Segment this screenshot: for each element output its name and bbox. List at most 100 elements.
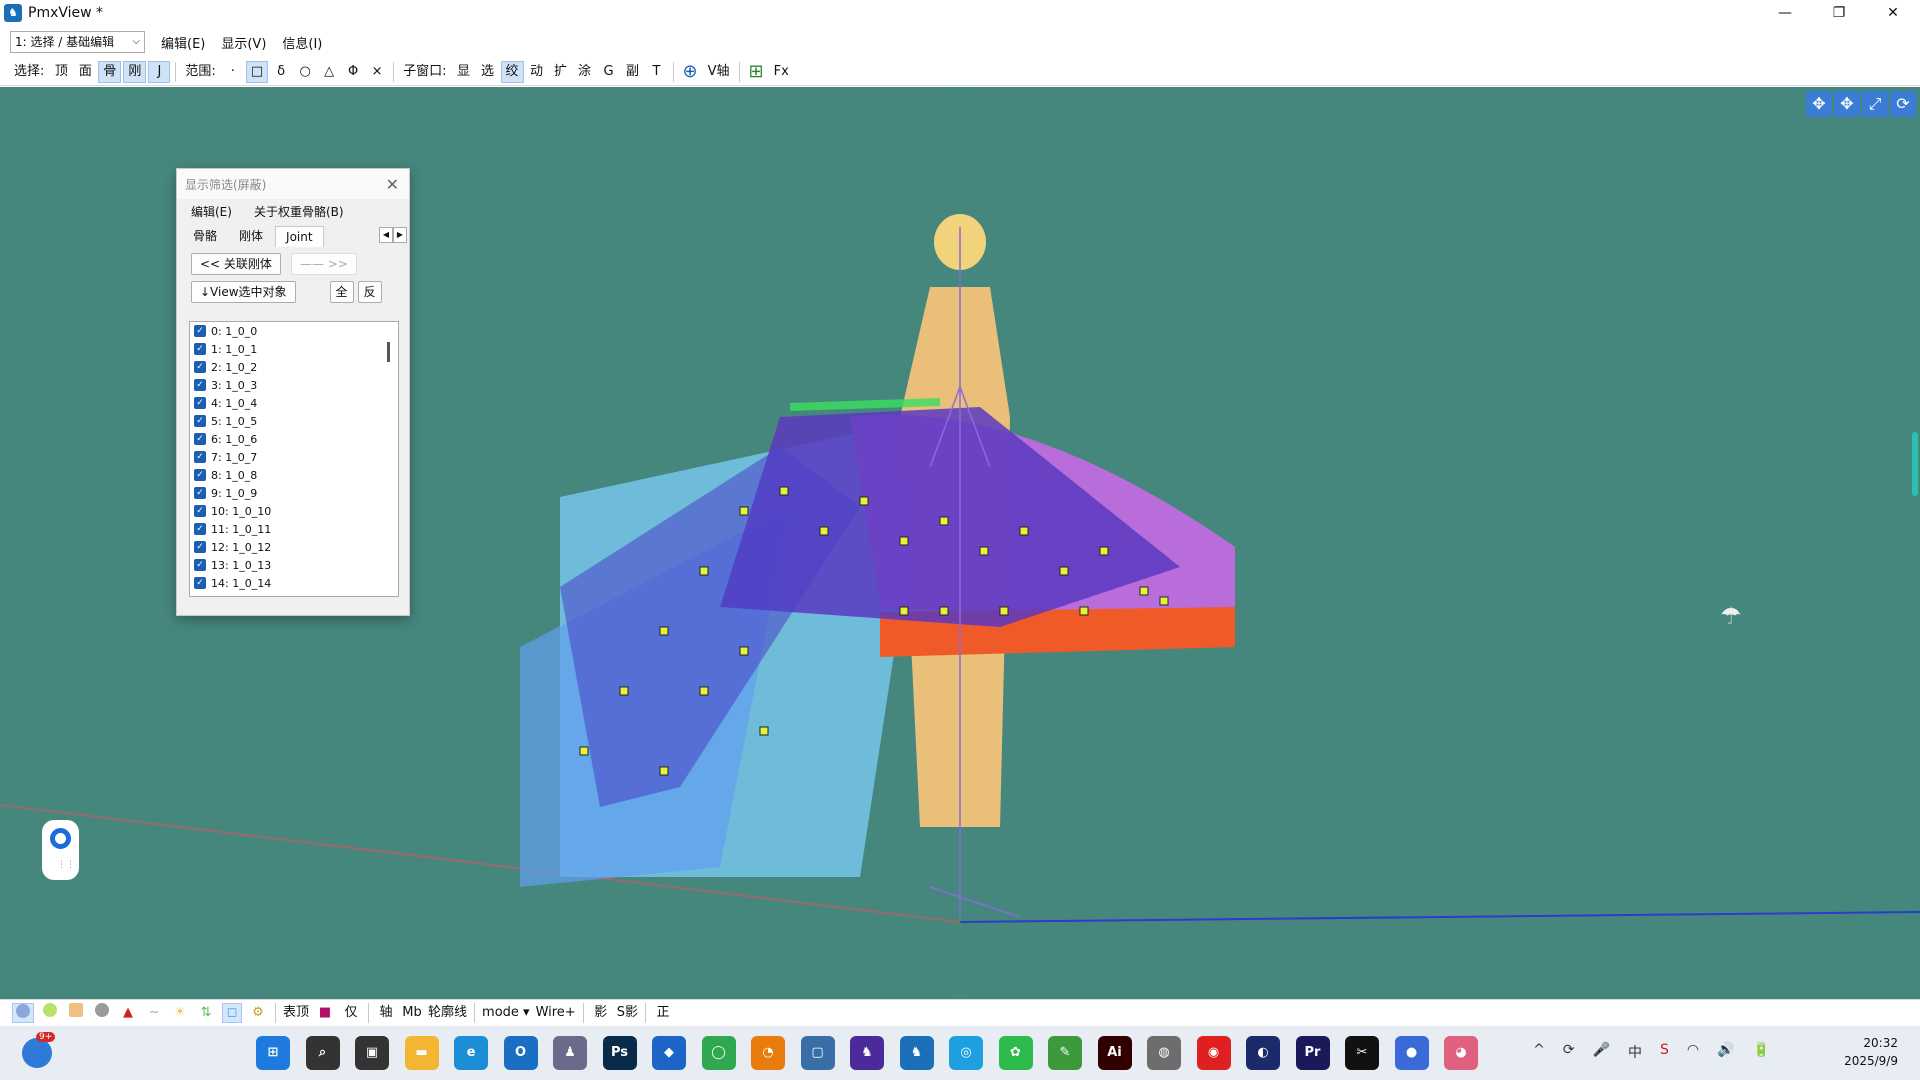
- taskbar-task-view-icon[interactable]: ▣: [355, 1036, 389, 1070]
- grid-icon[interactable]: ⊞: [745, 61, 768, 83]
- morph-toggle-icon[interactable]: ▲: [118, 1003, 138, 1023]
- pan-xy-icon[interactable]: ✥: [1806, 91, 1832, 117]
- checkbox-icon[interactable]: ✓: [194, 469, 206, 481]
- taskbar-search-icon[interactable]: ⌕: [305, 1036, 340, 1070]
- taskbar-file-explorer-icon[interactable]: ▬: [404, 1036, 439, 1070]
- joint-list-item[interactable]: ✓ 13: 1_0_13: [190, 556, 398, 574]
- joint-list-item[interactable]: ✓ 14: 1_0_14: [190, 574, 398, 592]
- rigid-display-toggle-icon[interactable]: ◻: [222, 1002, 242, 1023]
- range-point-button[interactable]: ·: [222, 61, 244, 83]
- dialog-menu-edit[interactable]: 编辑(E): [191, 203, 232, 220]
- surface-vertex-toggle[interactable]: 表顶: [283, 1003, 309, 1023]
- taskbar-photoshop-icon[interactable]: Ps: [602, 1036, 637, 1070]
- taskbar-pmx-view-icon[interactable]: ♞: [899, 1036, 934, 1070]
- taskbar-start-icon[interactable]: ⊞: [256, 1036, 290, 1070]
- checkbox-icon[interactable]: ✓: [194, 541, 206, 553]
- joint-list-item[interactable]: ✓ 10: 1_0_10: [190, 502, 398, 520]
- joint-list-item[interactable]: ✓ 9: 1_0_9: [190, 484, 398, 502]
- subwindow-filter-button[interactable]: 绞: [500, 60, 524, 83]
- subwindow-select-button[interactable]: 选: [477, 61, 499, 83]
- joint-list-item[interactable]: ✓ 12: 1_0_12: [190, 538, 398, 556]
- mode-combo[interactable]: 1: 选择 / 基础编辑 ⌵: [10, 31, 145, 53]
- taskbar-blender-icon[interactable]: ◔: [751, 1036, 785, 1070]
- taskbar-app-blue-icon[interactable]: ◆: [652, 1036, 686, 1070]
- only-toggle[interactable]: 仅: [341, 1003, 361, 1023]
- select-bone-button[interactable]: 骨: [98, 60, 122, 83]
- menu-edit[interactable]: 编辑(E): [161, 33, 205, 52]
- checkbox-icon[interactable]: ✓: [194, 325, 206, 337]
- mode-dropdown[interactable]: mode ▾: [482, 1003, 530, 1023]
- subwindow-t-button[interactable]: T: [646, 61, 668, 83]
- taskbar-app-ring-icon[interactable]: ●: [1394, 1036, 1429, 1070]
- range-rect-button[interactable]: □: [245, 60, 269, 83]
- related-rigidbody-button[interactable]: << 关联刚体: [191, 253, 281, 275]
- range-triangle-button[interactable]: △: [318, 61, 340, 83]
- vertex-display-toggle[interactable]: [12, 1002, 34, 1023]
- taskbar-app-circle-icon[interactable]: ◎: [949, 1036, 983, 1070]
- taskbar-pmx-editor-icon[interactable]: ♞: [850, 1036, 884, 1070]
- tray-ime-icon[interactable]: 中: [1628, 1042, 1642, 1062]
- line-toggle-icon[interactable]: ∼: [144, 1003, 164, 1023]
- taskbar-netease-music-icon[interactable]: ◉: [1196, 1036, 1231, 1070]
- self-shadow-toggle[interactable]: S影: [617, 1003, 638, 1023]
- joint-list-item[interactable]: ✓ 4: 1_0_4: [190, 394, 398, 412]
- subwindow-display-button[interactable]: 显: [453, 61, 475, 83]
- range-circle-button[interactable]: ○: [294, 61, 316, 83]
- tray-volume-icon[interactable]: 🔊: [1717, 1042, 1734, 1062]
- taskbar-illustrator-icon[interactable]: Ai: [1097, 1036, 1132, 1070]
- pan-xz-icon[interactable]: ✥: [1834, 91, 1860, 117]
- physics-toggle-icon[interactable]: ⇅: [196, 1003, 216, 1023]
- weather-widget-icon[interactable]: 9+: [22, 1032, 56, 1068]
- fx-button[interactable]: Fx: [770, 61, 793, 83]
- taskbar-app-character-icon[interactable]: ♟: [553, 1036, 587, 1070]
- next-button[interactable]: —— >>: [290, 253, 357, 275]
- taskbar-cinema4d-icon[interactable]: ◐: [1246, 1036, 1280, 1070]
- select-vertex-button[interactable]: 顶: [50, 61, 72, 83]
- subwindow-expand-button[interactable]: 扩: [550, 61, 572, 83]
- minimize-button[interactable]: —: [1758, 0, 1812, 26]
- joint-list-item[interactable]: ✓ 2: 1_0_2: [190, 358, 398, 376]
- material-display-toggle[interactable]: [66, 1002, 86, 1023]
- joint-list-item[interactable]: ✓ 1: 1_0_1: [190, 340, 398, 358]
- v-axis-button[interactable]: V轴: [704, 61, 734, 83]
- joint-list-item[interactable]: ✓ 7: 1_0_7: [190, 448, 398, 466]
- invert-selection-button[interactable]: 反: [357, 281, 382, 303]
- select-face-button[interactable]: 面: [74, 61, 96, 83]
- taskbar-app-paint-icon[interactable]: ✎: [1048, 1036, 1082, 1070]
- bone-display-toggle[interactable]: [92, 1002, 112, 1023]
- normal-display-toggle[interactable]: [40, 1002, 60, 1023]
- axis-toggle[interactable]: 轴: [376, 1003, 396, 1023]
- taskbar-app-window-icon[interactable]: ▢: [800, 1036, 835, 1070]
- joint-list[interactable]: ✓ 0: 1_0_0 ✓ 1: 1_0_1 ✓ 2: 1_0_2 ✓ 3: 1_0_3 ✓ 4: …: [189, 321, 399, 597]
- subwindow-paint-button[interactable]: 涂: [574, 61, 596, 83]
- joint-list-item[interactable]: ✓ 0: 1_0_0: [190, 322, 398, 340]
- tab-joint[interactable]: Joint: [275, 226, 324, 247]
- floating-nav-widget[interactable]: ⋮⋮: [42, 820, 79, 880]
- subwindow-g-button[interactable]: G: [598, 61, 620, 83]
- select-joint-button[interactable]: J: [148, 60, 171, 83]
- tray-mic-icon[interactable]: 🎤: [1593, 1042, 1610, 1062]
- tray-battery-icon[interactable]: 🔋: [1753, 1042, 1770, 1062]
- tab-scroll-right-icon[interactable]: ▶: [393, 227, 407, 243]
- wire-toggle[interactable]: Wire+: [536, 1003, 576, 1023]
- taskbar-app-camera-icon[interactable]: ◕: [1444, 1036, 1478, 1070]
- dialog-menu-weight-bones[interactable]: 关于权重骨骼(B): [254, 203, 344, 220]
- subwindow-sub-button[interactable]: 副: [622, 61, 644, 83]
- restore-button[interactable]: ❐: [1812, 0, 1866, 26]
- joint-list-item[interactable]: ✓ 11: 1_0_11: [190, 520, 398, 538]
- range-phi-button[interactable]: Φ: [342, 61, 364, 83]
- joint-list-item[interactable]: ✓ 6: 1_0_6: [190, 430, 398, 448]
- tray-sync-icon[interactable]: ⟳: [1563, 1042, 1575, 1062]
- checkbox-icon[interactable]: ✓: [194, 451, 206, 463]
- shadow-toggle[interactable]: 影: [591, 1003, 611, 1023]
- color-swatch-icon[interactable]: ■: [315, 1003, 335, 1023]
- checkbox-icon[interactable]: ✓: [194, 505, 206, 517]
- front-view-toggle[interactable]: 正: [653, 1003, 673, 1023]
- rotate-icon[interactable]: ⟳: [1890, 91, 1916, 117]
- select-all-button[interactable]: 全: [329, 281, 354, 303]
- taskbar-edge-icon[interactable]: e: [454, 1036, 488, 1070]
- outline-toggle[interactable]: 轮廓线: [428, 1003, 467, 1023]
- checkbox-icon[interactable]: ✓: [194, 343, 206, 355]
- tray-app-icon[interactable]: S: [1660, 1042, 1669, 1062]
- taskbar-wechat-icon[interactable]: ✿: [998, 1036, 1033, 1070]
